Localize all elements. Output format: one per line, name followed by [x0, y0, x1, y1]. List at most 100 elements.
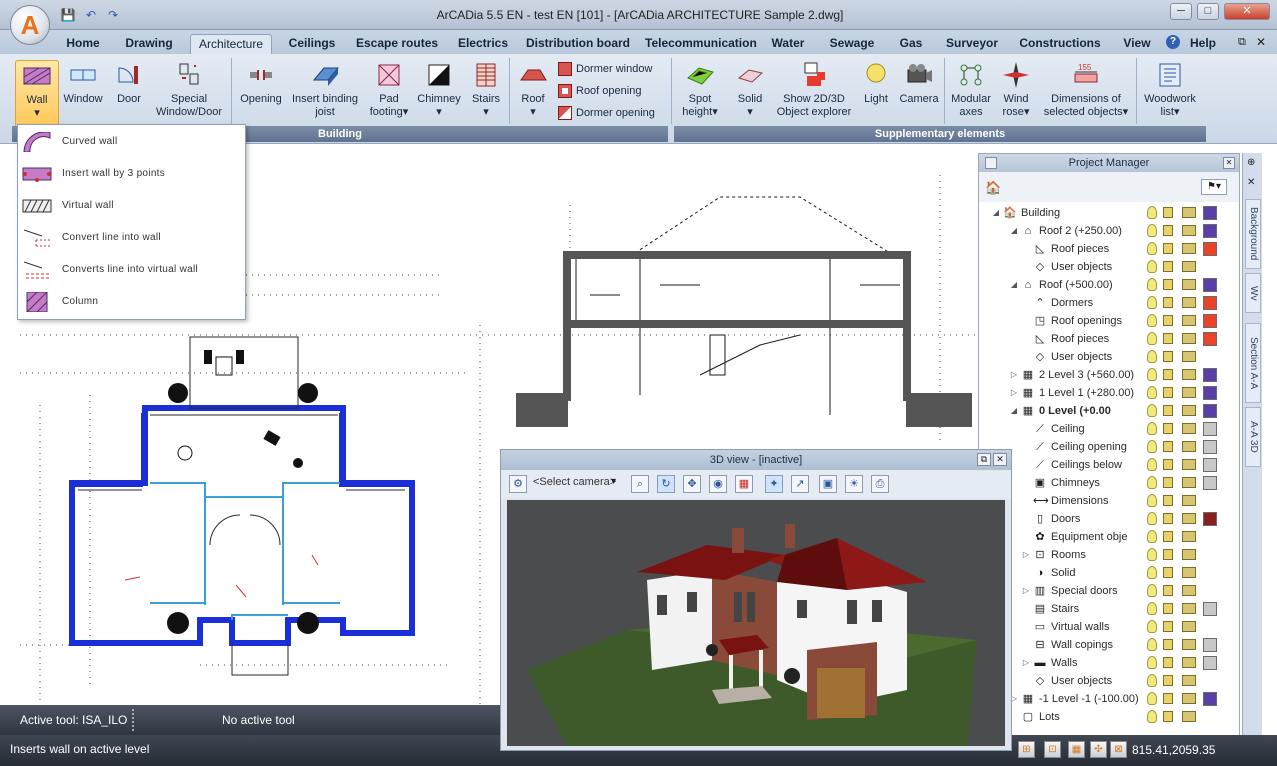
- save-icon[interactable]: 💾: [60, 8, 76, 22]
- camera-settings-icon[interactable]: ⚙: [509, 475, 527, 493]
- new-building-icon[interactable]: 🏠: [985, 180, 1001, 196]
- insert-binding-joist-button[interactable]: Insert binding joist: [288, 60, 362, 119]
- tree-row[interactable]: ◳ Roof openings: [979, 312, 1239, 330]
- tree-row[interactable]: ◺ Roof pieces: [979, 330, 1239, 348]
- color-swatch[interactable]: [1203, 278, 1217, 292]
- lock-icon[interactable]: [1163, 441, 1173, 452]
- tree-row[interactable]: ⊟ Wall copings: [979, 636, 1239, 654]
- tree-row[interactable]: ▣ Chimneys: [979, 474, 1239, 492]
- tree-row[interactable]: ◢ ⌂ Roof 2 (+250.00): [979, 222, 1239, 240]
- folder-icon[interactable]: [1182, 495, 1196, 506]
- side-tab-section[interactable]: Section A-A: [1245, 323, 1261, 403]
- color-swatch[interactable]: [1203, 224, 1217, 238]
- visibility-bulb-icon[interactable]: [1147, 584, 1157, 597]
- lock-icon[interactable]: [1163, 351, 1173, 362]
- tab-ceilings[interactable]: Ceilings: [283, 34, 341, 54]
- folder-icon[interactable]: [1182, 369, 1196, 380]
- lock-icon[interactable]: [1163, 513, 1173, 524]
- woodwork-list-button[interactable]: Woodwork list▾: [1140, 60, 1200, 119]
- lock-icon[interactable]: [1163, 549, 1173, 560]
- menu-item-virtual-wall[interactable]: Virtual wall: [18, 191, 245, 221]
- lock-icon[interactable]: [1163, 711, 1173, 722]
- close-icon[interactable]: ✕: [1247, 177, 1255, 188]
- lock-icon[interactable]: [1163, 405, 1173, 416]
- dormer-window-button[interactable]: Dormer window: [558, 60, 652, 78]
- ortho-icon[interactable]: ⊡: [1044, 741, 1061, 758]
- lock-icon[interactable]: [1163, 369, 1173, 380]
- polar-icon[interactable]: ✣: [1090, 741, 1107, 758]
- menu-item-insert-wall-3-points[interactable]: Insert wall by 3 points: [18, 159, 245, 189]
- side-tab-wv[interactable]: Wv: [1245, 273, 1261, 313]
- tree-row[interactable]: ▷ ▦ -1 Level -1 (-100.00): [979, 690, 1239, 708]
- tree-row[interactable]: ⟋ Ceiling: [979, 420, 1239, 438]
- tree-row[interactable]: ◇ User objects: [979, 258, 1239, 276]
- color-swatch[interactable]: [1203, 458, 1217, 472]
- tree-row[interactable]: ◢ ▦ 0 Level (+0.00: [979, 402, 1239, 420]
- door-button[interactable]: Door: [112, 60, 146, 106]
- folder-icon[interactable]: [1182, 513, 1196, 524]
- folder-icon[interactable]: [1182, 585, 1196, 596]
- lock-icon[interactable]: [1163, 225, 1173, 236]
- help-icon[interactable]: ?: [1166, 35, 1180, 49]
- visibility-bulb-icon[interactable]: [1147, 278, 1157, 291]
- visibility-bulb-icon[interactable]: [1147, 440, 1157, 453]
- orbit-icon[interactable]: ↻: [657, 475, 675, 493]
- folder-icon[interactable]: [1182, 387, 1196, 398]
- visibility-bulb-icon[interactable]: [1147, 602, 1157, 615]
- camera-select[interactable]: <Select camera>: [533, 476, 616, 488]
- 3d-viewport[interactable]: [507, 500, 1005, 746]
- modular-axes-button[interactable]: Modular axes: [948, 60, 994, 119]
- visibility-bulb-icon[interactable]: [1147, 656, 1157, 669]
- folder-icon[interactable]: [1182, 675, 1196, 686]
- lock-icon[interactable]: [1163, 585, 1173, 596]
- tab-view[interactable]: View: [1120, 34, 1154, 54]
- expand-toggle-icon[interactable]: ▷: [1009, 366, 1019, 384]
- color-swatch[interactable]: [1203, 476, 1217, 490]
- tree-row[interactable]: ◢ 🏠 Building: [979, 204, 1239, 222]
- color-swatch[interactable]: [1203, 296, 1217, 310]
- lock-icon[interactable]: [1163, 207, 1173, 218]
- color-swatch[interactable]: [1203, 638, 1217, 652]
- pad-footing-button[interactable]: Pad footing▾: [366, 60, 412, 119]
- side-tab-background[interactable]: Background: [1245, 199, 1261, 269]
- tree-row[interactable]: ◇ User objects: [979, 348, 1239, 366]
- visibility-bulb-icon[interactable]: [1147, 458, 1157, 471]
- lock-icon[interactable]: [1163, 603, 1173, 614]
- folder-icon[interactable]: [1182, 315, 1196, 326]
- visibility-bulb-icon[interactable]: [1147, 692, 1157, 705]
- folder-icon[interactable]: [1182, 459, 1196, 470]
- folder-icon[interactable]: [1182, 693, 1196, 704]
- folder-icon[interactable]: [1182, 297, 1196, 308]
- menu-item-convert-line-wall[interactable]: Convert line into wall: [18, 223, 245, 253]
- zoom-icon[interactable]: ⌕: [631, 475, 649, 493]
- visibility-bulb-icon[interactable]: [1147, 566, 1157, 579]
- fit-view-icon[interactable]: ▣: [819, 475, 837, 493]
- close-panel-icon[interactable]: ✕: [1223, 157, 1235, 169]
- tab-home[interactable]: Home: [60, 34, 106, 54]
- maximize-button[interactable]: □: [1197, 3, 1219, 20]
- visibility-bulb-icon[interactable]: [1147, 242, 1157, 255]
- expand-toggle-icon[interactable]: ◢: [1009, 276, 1019, 294]
- lock-icon[interactable]: [1163, 297, 1173, 308]
- lock-icon[interactable]: [1163, 693, 1173, 704]
- restore-3d-icon[interactable]: ⧉: [977, 453, 991, 466]
- folder-icon[interactable]: [1182, 333, 1196, 344]
- color-swatch[interactable]: [1203, 386, 1217, 400]
- spot-height-button[interactable]: Spot height▾: [676, 60, 724, 119]
- color-swatch[interactable]: [1203, 314, 1217, 328]
- visibility-bulb-icon[interactable]: [1147, 494, 1157, 507]
- tree-row[interactable]: ✿ Equipment obje: [979, 528, 1239, 546]
- lock-icon[interactable]: [1163, 495, 1173, 506]
- visibility-bulb-icon[interactable]: [1147, 404, 1157, 417]
- lock-icon[interactable]: [1163, 423, 1173, 434]
- visibility-bulb-icon[interactable]: [1147, 710, 1157, 723]
- folder-icon[interactable]: [1182, 225, 1196, 236]
- color-swatch[interactable]: [1203, 332, 1217, 346]
- dormer-opening-button[interactable]: Dormer opening: [558, 104, 655, 122]
- close-button[interactable]: ✕: [1224, 3, 1270, 20]
- tree-row[interactable]: ⌃ Dormers: [979, 294, 1239, 312]
- lock-icon[interactable]: [1163, 387, 1173, 398]
- close-3d-icon[interactable]: ✕: [993, 453, 1007, 466]
- osnap-icon[interactable]: ⊠: [1110, 741, 1127, 758]
- expand-toggle-icon[interactable]: ◢: [1009, 402, 1019, 420]
